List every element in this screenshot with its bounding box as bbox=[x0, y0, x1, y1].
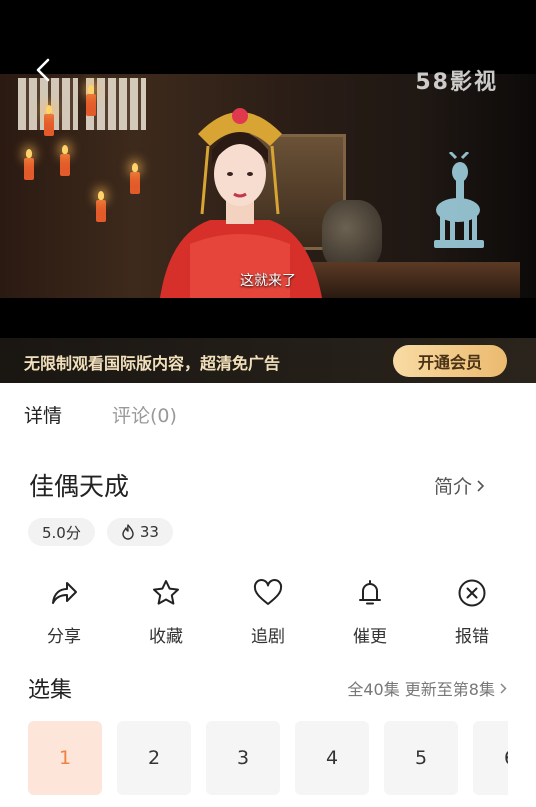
heat-badge: 33 bbox=[106, 518, 173, 546]
star-icon bbox=[153, 580, 179, 605]
request-update-button[interactable]: 催更 bbox=[330, 578, 410, 647]
close-circle-icon bbox=[458, 579, 486, 607]
candle bbox=[130, 163, 140, 194]
bride-figure bbox=[160, 108, 322, 298]
heat-value: 33 bbox=[139, 523, 159, 541]
video-player[interactable]: 这就来了 58影视 无限制观看国际版内容，超清免广告 开通会员 bbox=[0, 0, 536, 383]
episode-list: 1 2 3 4 5 6 bbox=[28, 721, 508, 795]
intro-link[interactable]: 简介 bbox=[434, 472, 486, 499]
back-arrow-icon[interactable] bbox=[32, 58, 56, 82]
channel-watermark: 58影视 bbox=[415, 70, 498, 95]
share-label: 分享 bbox=[47, 627, 81, 647]
bell-icon bbox=[359, 580, 381, 605]
detail-tabs: 详情 评论(0) bbox=[0, 383, 536, 443]
rating-badge: 5.0分 bbox=[28, 518, 95, 546]
follow-series-label: 追剧 bbox=[251, 627, 285, 647]
candle bbox=[96, 191, 106, 222]
show-title: 佳偶天成 bbox=[29, 472, 130, 501]
candle bbox=[44, 105, 54, 136]
episodes-info-text: 全40集 更新至第8集 bbox=[347, 680, 495, 699]
episode-button[interactable]: 3 bbox=[206, 721, 280, 795]
vip-promo-text: 无限制观看国际版内容，超清免广告 bbox=[24, 354, 281, 373]
follow-series-button[interactable]: 追剧 bbox=[228, 578, 308, 647]
episodes-title: 选集 bbox=[28, 678, 73, 703]
heart-icon bbox=[253, 579, 283, 605]
flame-icon bbox=[122, 524, 134, 540]
open-vip-button[interactable]: 开通会员 bbox=[393, 345, 507, 377]
video-subtitle: 这就来了 bbox=[240, 273, 296, 289]
jade-deer-statue bbox=[434, 152, 484, 248]
chevron-right-icon bbox=[500, 682, 507, 694]
report-error-label: 报错 bbox=[455, 627, 489, 647]
episodes-all-link[interactable]: 全40集 更新至第8集 bbox=[347, 676, 508, 700]
favorite-label: 收藏 bbox=[149, 627, 183, 647]
vip-promo-banner[interactable]: 无限制观看国际版内容，超清免广告 开通会员 bbox=[0, 338, 536, 383]
candle bbox=[86, 85, 96, 116]
show-badges: 5.0分 33 bbox=[28, 518, 173, 546]
episode-button[interactable]: 1 bbox=[28, 721, 102, 795]
candle bbox=[60, 145, 70, 176]
request-update-label: 催更 bbox=[353, 627, 387, 647]
favorite-button[interactable]: 收藏 bbox=[126, 578, 206, 647]
share-button[interactable]: 分享 bbox=[24, 578, 104, 647]
rating-value: 5.0分 bbox=[42, 523, 81, 542]
drama-detail-page: 这就来了 58影视 无限制观看国际版内容，超清免广告 开通会员 详情 评论(0)… bbox=[0, 0, 536, 807]
candle bbox=[24, 149, 34, 180]
episode-button[interactable]: 2 bbox=[117, 721, 191, 795]
chevron-right-icon bbox=[477, 479, 485, 492]
report-error-button[interactable]: 报错 bbox=[432, 578, 512, 647]
episode-button[interactable]: 5 bbox=[384, 721, 458, 795]
tab-details[interactable]: 详情 bbox=[24, 401, 62, 428]
scene-vase bbox=[322, 200, 382, 270]
video-frame[interactable] bbox=[0, 74, 536, 298]
action-bar: 分享 收藏 追剧 催更 报错 bbox=[0, 578, 536, 658]
intro-link-label: 简介 bbox=[433, 476, 472, 498]
episode-button[interactable]: 4 bbox=[295, 721, 369, 795]
share-icon bbox=[52, 582, 77, 604]
episode-button[interactable]: 6 bbox=[473, 721, 508, 795]
tab-comments[interactable]: 评论(0) bbox=[112, 401, 177, 428]
